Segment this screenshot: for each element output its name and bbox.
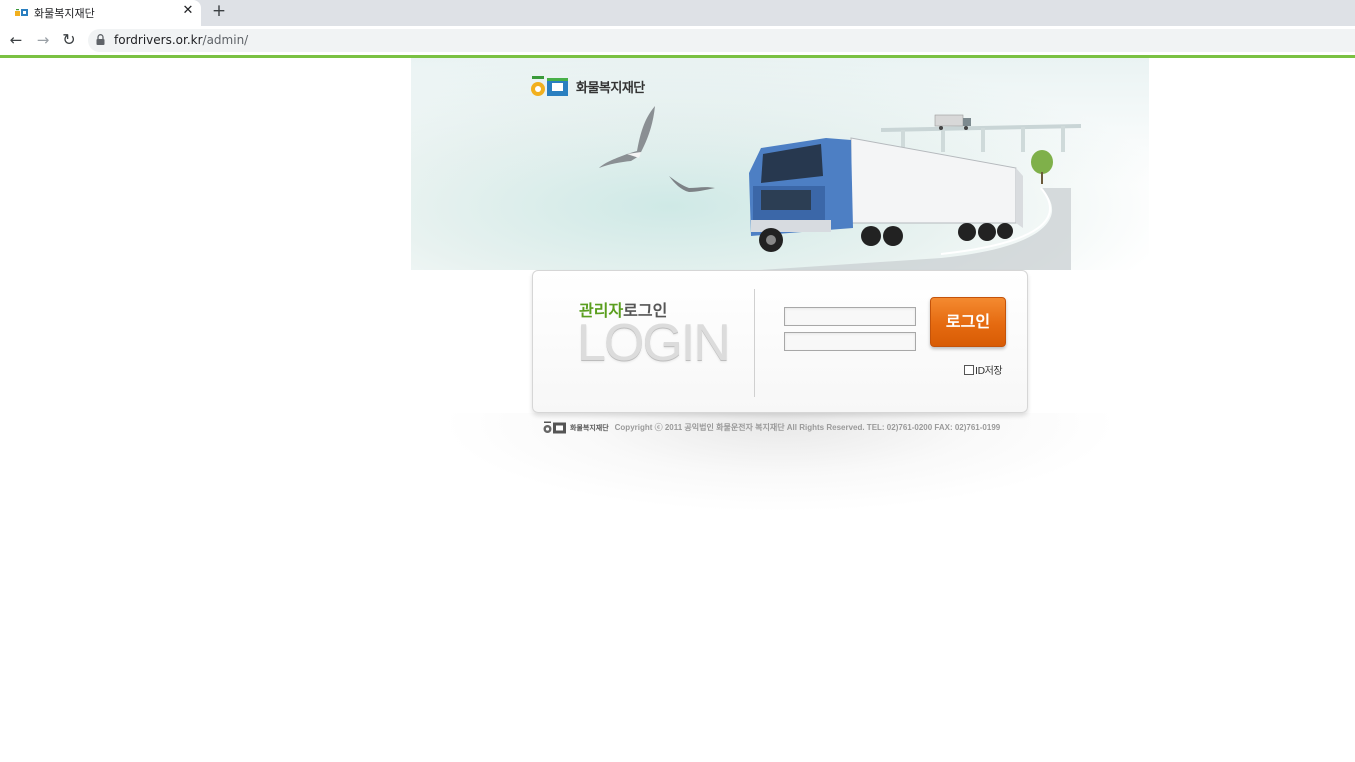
back-arrow-icon[interactable]: ← — [6, 30, 26, 50]
address-bar[interactable]: fordrivers.or.kr/admin/ — [88, 29, 1355, 52]
foundation-logo-icon — [531, 76, 568, 96]
reload-icon[interactable]: ↻ — [59, 30, 79, 50]
footer-org: 화물복지재단 — [570, 423, 609, 432]
password-input[interactable] — [784, 332, 916, 351]
footer-copyright: Copyright ⓒ 2011 공익법인 화물운전자 복지재단 All Rig… — [614, 423, 1001, 432]
truck-illustration — [749, 137, 1023, 252]
logo-text: 화물복지재단 — [576, 80, 645, 96]
tab-title: 화물복지재단 — [34, 7, 95, 20]
browser-tab-bar: 화물복지재단 ✕ + — [0, 0, 1355, 26]
url-text: fordrivers.or.kr/admin/ — [114, 33, 248, 47]
login-panel: 관리자로그인 LOGIN 로그인 ID저장 — [532, 270, 1028, 413]
login-button[interactable]: 로그인 — [930, 297, 1006, 347]
plus-icon[interactable]: + — [210, 1, 228, 21]
login-divider — [754, 289, 755, 397]
url-path: /admin/ — [202, 33, 249, 47]
foundation-logo-icon — [15, 9, 28, 16]
save-id-checkbox[interactable] — [964, 364, 974, 375]
url-host: fordrivers.or.kr — [114, 33, 203, 47]
browser-toolbar: ← → ↻ fordrivers.or.kr/admin/ — [0, 26, 1355, 55]
lock-icon — [96, 34, 105, 45]
login-big-text: LOGIN — [577, 314, 731, 372]
footer: 화물복지재단 Copyright ⓒ 2011 공익법인 화물운전자 복지재단 … — [543, 421, 1000, 434]
forward-arrow-icon[interactable]: → — [33, 30, 53, 50]
tree-illustration — [1031, 150, 1053, 184]
save-id-label: ID저장 — [975, 366, 1003, 377]
site-logo[interactable]: 화물복지재단 — [530, 75, 645, 97]
seagull-small-illustration — [669, 176, 715, 192]
save-id-option[interactable]: ID저장 — [964, 362, 1003, 377]
close-icon[interactable]: ✕ — [181, 3, 195, 18]
id-input[interactable] — [784, 307, 916, 326]
foundation-logo-icon — [543, 421, 566, 434]
hero-banner: 화물복지재단 — [411, 58, 1149, 270]
seagull-illustration — [599, 106, 655, 168]
browser-tab[interactable]: 화물복지재단 ✕ — [0, 0, 201, 26]
